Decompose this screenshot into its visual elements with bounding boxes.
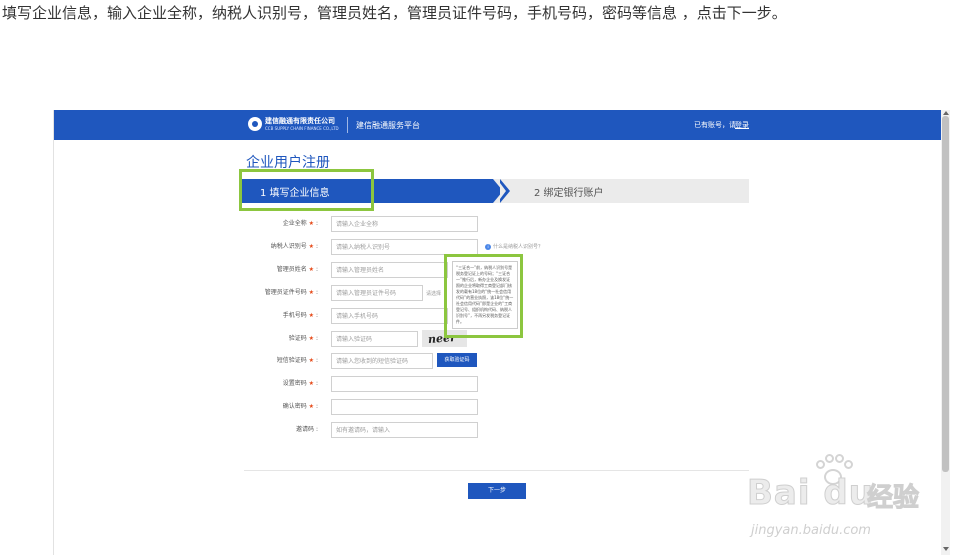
watermark-cn: 经验 xyxy=(866,483,920,514)
tax-id-label: 纳税人识别号 ★ : xyxy=(270,243,318,250)
tax-id-help-link[interactable]: i 什么是纳税人识别号？ xyxy=(485,243,543,250)
company-logo-icon xyxy=(248,117,262,131)
watermark-logo: Bai du xyxy=(747,473,874,514)
instruction-text: 填写企业信息，输入企业全称，纳税人识别号，管理员姓名，管理员证件号码，手机号码，… xyxy=(2,4,787,22)
step-1-highlight-box xyxy=(239,169,374,211)
tax-id-input[interactable] xyxy=(331,239,478,255)
step-2-label: 2 绑定银行账户 xyxy=(534,188,604,199)
select-link[interactable]: 请选择 xyxy=(426,290,441,297)
admin-name-input[interactable] xyxy=(331,262,448,278)
watermark-url: jingyan.baidu.com xyxy=(751,523,871,538)
admin-id-label: 管理员证件号码 ★ : xyxy=(264,289,318,296)
platform-name: 建信融通服务平台 xyxy=(356,121,420,130)
info-icon: i xyxy=(485,244,491,250)
invite-code-input[interactable] xyxy=(331,422,478,438)
form-divider xyxy=(244,470,749,471)
company-name-label: 企业全称 ★ : xyxy=(282,220,318,227)
logo-subtitle: CCB SUPPLY CHAIN FINANCE CO.,LTD xyxy=(265,126,339,131)
company-name-input[interactable] xyxy=(331,216,478,232)
next-step-button[interactable]: 下一步 xyxy=(468,483,526,499)
header-divider xyxy=(347,117,348,133)
scroll-up-arrow-icon[interactable] xyxy=(943,111,949,115)
captcha-input[interactable] xyxy=(331,331,418,347)
top-header: 建信融通有限责任公司 CCB SUPPLY CHAIN FINANCE CO.,… xyxy=(54,110,941,140)
sms-code-label: 短信验证码 ★ : xyxy=(276,357,318,364)
tooltip-highlight-box xyxy=(444,254,523,338)
phone-input[interactable] xyxy=(331,308,448,324)
set-password-input[interactable] xyxy=(331,376,478,392)
phone-label: 手机号码 ★ : xyxy=(282,312,318,319)
baidu-jingyan-watermark: Bai du 经验 jingyan.baidu.com xyxy=(747,449,947,549)
login-link[interactable]: 登录 xyxy=(735,120,749,130)
captcha-label: 验证码 ★ : xyxy=(288,335,318,342)
admin-name-label: 管理员姓名 ★ : xyxy=(276,266,318,273)
account-prompt: 已有账号，请 xyxy=(694,121,736,129)
scrollbar-thumb[interactable] xyxy=(942,116,949,472)
step-separator-chevron-inner xyxy=(500,183,506,199)
set-password-label: 设置密码 ★ : xyxy=(282,380,318,387)
confirm-password-input[interactable] xyxy=(331,399,478,415)
confirm-password-label: 确认密码 ★ : xyxy=(282,403,318,410)
get-sms-code-button[interactable]: 获取验证码 xyxy=(437,353,477,367)
admin-id-input[interactable] xyxy=(331,285,423,301)
sms-code-input[interactable] xyxy=(331,353,433,369)
logo-name: 建信融通有限责任公司 xyxy=(265,117,335,125)
invite-code-label: 邀请码 : xyxy=(296,426,318,433)
